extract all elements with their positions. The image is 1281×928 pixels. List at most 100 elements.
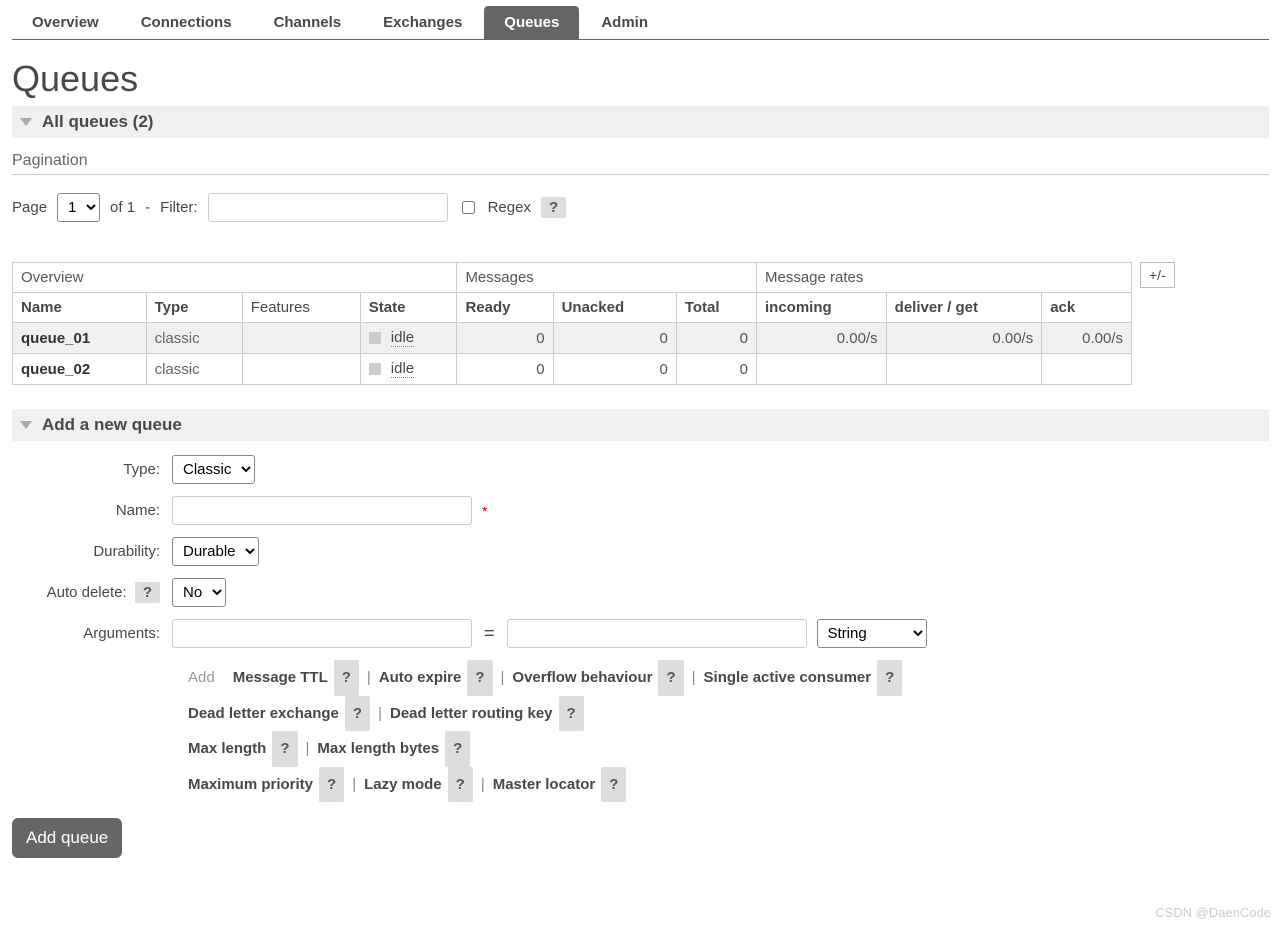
arguments-label: Arguments:	[12, 625, 172, 642]
col-ack[interactable]: ack	[1042, 293, 1132, 323]
main-tabs: Overview Connections Channels Exchanges …	[12, 6, 1269, 40]
shortcut-link[interactable]: Dead letter routing key	[390, 705, 553, 722]
shortcut-help-icon[interactable]: ?	[345, 696, 370, 732]
caret-down-icon	[20, 118, 32, 126]
regex-label: Regex	[488, 199, 531, 216]
filter-input[interactable]	[208, 193, 448, 222]
autodelete-help-icon[interactable]: ?	[135, 582, 160, 603]
tab-exchanges[interactable]: Exchanges	[363, 6, 482, 39]
col-features[interactable]: Features	[242, 293, 360, 323]
argument-shortcuts: Add Message TTL? | Auto expire? | Overflow be…	[188, 660, 1108, 802]
tab-connections[interactable]: Connections	[121, 6, 252, 39]
shortcut-link[interactable]: Overflow behaviour	[512, 669, 652, 686]
queue-incoming	[756, 354, 886, 385]
argument-type-select[interactable]: String	[817, 619, 927, 648]
shortcut-link[interactable]: Message TTL	[233, 669, 328, 686]
queue-total: 0	[676, 323, 756, 354]
separator-icon: |	[692, 669, 696, 686]
shortcut-help-icon[interactable]: ?	[658, 660, 683, 696]
pagination-dash: -	[145, 199, 150, 216]
shortcut-link[interactable]: Auto expire	[379, 669, 462, 686]
shortcut-help-icon[interactable]: ?	[448, 767, 473, 803]
shortcut-link[interactable]: Dead letter exchange	[188, 705, 339, 722]
pagination-controls: Page 1 of 1 - Filter: Regex ?	[12, 193, 1269, 222]
section-add-queue-label: Add a new queue	[42, 415, 182, 435]
queue-incoming: 0.00/s	[756, 323, 886, 354]
separator-icon: |	[352, 776, 356, 793]
regex-checkbox[interactable]	[462, 201, 475, 214]
columns-toggle-button[interactable]: +/-	[1140, 262, 1175, 288]
regex-help-icon[interactable]: ?	[541, 197, 566, 218]
section-add-queue[interactable]: Add a new queue	[12, 409, 1269, 441]
shortcut-link[interactable]: Max length bytes	[317, 740, 439, 757]
type-select[interactable]: Classic	[172, 455, 255, 484]
separator-icon: |	[501, 669, 505, 686]
separator-icon: |	[481, 776, 485, 793]
add-shortcut-label: Add	[188, 669, 215, 686]
page-select[interactable]: 1	[57, 193, 100, 222]
shortcut-help-icon[interactable]: ?	[877, 660, 902, 696]
tab-queues[interactable]: Queues	[484, 6, 579, 39]
shortcut-help-icon[interactable]: ?	[601, 767, 626, 803]
queue-type: classic	[146, 323, 242, 354]
queue-name-link[interactable]: queue_01	[13, 323, 147, 354]
queue-features	[242, 354, 360, 385]
col-type[interactable]: Type	[146, 293, 242, 323]
section-all-queues-label: All queues (2)	[42, 112, 153, 132]
shortcut-help-icon[interactable]: ?	[272, 731, 297, 767]
tab-admin[interactable]: Admin	[581, 6, 668, 39]
argument-value-input[interactable]	[507, 619, 807, 648]
queues-table: Overview Messages Message rates Name Typ…	[12, 262, 1132, 385]
argument-key-input[interactable]	[172, 619, 472, 648]
separator-icon: |	[306, 740, 310, 757]
shortcut-link[interactable]: Single active consumer	[704, 669, 872, 686]
queue-deliver-get	[886, 354, 1042, 385]
separator-icon: |	[367, 669, 371, 686]
queue-total: 0	[676, 354, 756, 385]
queue-state: idle	[360, 354, 457, 385]
queue-unacked: 0	[553, 354, 676, 385]
col-name[interactable]: Name	[13, 293, 147, 323]
shortcut-link[interactable]: Lazy mode	[364, 776, 442, 793]
queue-ready: 0	[457, 354, 553, 385]
queue-ack: 0.00/s	[1042, 323, 1132, 354]
shortcut-help-icon[interactable]: ?	[467, 660, 492, 696]
table-row: queue_01classicidle0000.00/s0.00/s0.00/s	[13, 323, 1132, 354]
tab-channels[interactable]: Channels	[254, 6, 362, 39]
required-star-icon: *	[482, 503, 487, 519]
col-unacked[interactable]: Unacked	[553, 293, 676, 323]
shortcut-link[interactable]: Max length	[188, 740, 266, 757]
page-label: Page	[12, 199, 47, 216]
table-row: queue_02classicidle000	[13, 354, 1132, 385]
durability-label: Durability:	[12, 543, 172, 560]
shortcut-help-icon[interactable]: ?	[334, 660, 359, 696]
page-title: Queues	[12, 58, 1269, 100]
shortcut-help-icon[interactable]: ?	[559, 696, 584, 732]
add-queue-button[interactable]: Add queue	[12, 818, 122, 858]
group-message-rates: Message rates	[756, 263, 1131, 293]
shortcut-help-icon[interactable]: ?	[445, 731, 470, 767]
queue-deliver-get: 0.00/s	[886, 323, 1042, 354]
col-ready[interactable]: Ready	[457, 293, 553, 323]
page-of-text: of 1	[110, 199, 135, 216]
col-total[interactable]: Total	[676, 293, 756, 323]
queue-type: classic	[146, 354, 242, 385]
col-incoming[interactable]: incoming	[756, 293, 886, 323]
shortcut-link[interactable]: Maximum priority	[188, 776, 313, 793]
section-all-queues[interactable]: All queues (2)	[12, 106, 1269, 138]
queue-name-link[interactable]: queue_02	[13, 354, 147, 385]
shortcut-link[interactable]: Master locator	[493, 776, 596, 793]
queue-features	[242, 323, 360, 354]
name-input[interactable]	[172, 496, 472, 525]
state-indicator-icon	[369, 332, 381, 344]
autodelete-select[interactable]: No	[172, 578, 226, 607]
group-messages: Messages	[457, 263, 757, 293]
col-deliver-get[interactable]: deliver / get	[886, 293, 1042, 323]
durability-select[interactable]: Durable	[172, 537, 259, 566]
caret-down-icon	[20, 421, 32, 429]
filter-label: Filter:	[160, 199, 198, 216]
shortcut-help-icon[interactable]: ?	[319, 767, 344, 803]
pagination-heading: Pagination	[12, 152, 1269, 175]
col-state[interactable]: State	[360, 293, 457, 323]
tab-overview[interactable]: Overview	[12, 6, 119, 39]
